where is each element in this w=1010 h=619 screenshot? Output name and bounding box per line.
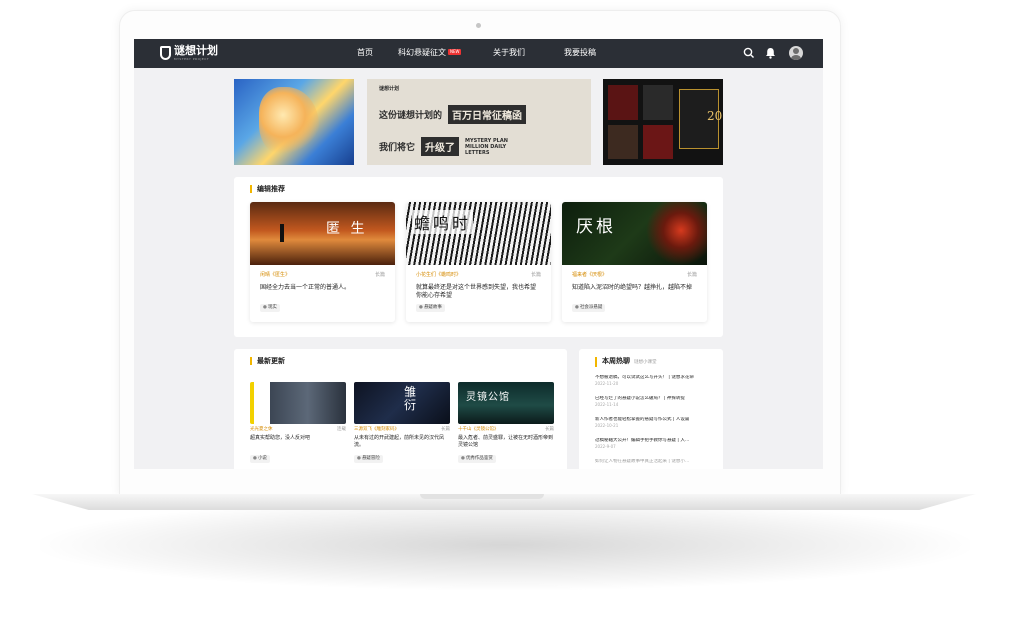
banner-line2-en: MYSTERY PLAN MILLION DAILY LETTERS: [465, 137, 508, 156]
banner-number: 20: [707, 109, 723, 123]
banner-small-logo: 谜想计划: [379, 86, 400, 92]
card-description: 从未有过的开武建起，前所未见的汉代凤流。: [354, 435, 445, 448]
card-cover-title: 厌根: [576, 217, 616, 237]
nav-submit[interactable]: 我要投稿: [564, 48, 596, 58]
new-badge: NEW: [448, 49, 462, 55]
top-navbar: 谜想计划 MYSTERY PROJECT 首页 科幻悬疑征文 NEW 关于我们 我…: [134, 39, 823, 68]
card-author-book: 小花生们《蟾鸣时》: [416, 272, 462, 278]
card-cover: 雏衍: [354, 382, 450, 424]
cover-calligraphy: 雏衍: [404, 385, 417, 412]
card-meta: 福来者《厌根》 长篇: [572, 272, 697, 278]
laptop-camera: [476, 23, 481, 28]
latest-updates-title: 最新更新: [250, 357, 285, 365]
nav-scifi-contest[interactable]: 科幻悬疑征文 NEW: [398, 48, 462, 58]
editor-pick-card[interactable]: 匿 生 闲晴《匿生》 长篇 国经全力去当一个正常的普通人。 现实: [250, 202, 395, 322]
nav-scifi-contest-label: 科幻悬疑征文: [398, 48, 446, 57]
banner-tile: [643, 125, 673, 159]
cover-figure: [280, 224, 284, 242]
card-author-book: 福来者《厌根》: [572, 272, 608, 278]
hot-article[interactable]: 如何让人物在悬疑故事中真正活起来 | 谜想小…: [595, 459, 713, 465]
shield-logo-icon: [160, 46, 171, 60]
card-type: 长篇: [686, 272, 697, 278]
laptop-notch: [420, 494, 544, 499]
weekly-hot-subtitle: 谜想小课堂: [634, 360, 657, 365]
card-cover: 蟾鸣时: [406, 202, 551, 265]
editor-pick-card[interactable]: 蟾鸣时 小花生们《蟾鸣时》 长篇 就算最终还是对这个世界感到失望，我也希望你能心存…: [406, 202, 551, 322]
card-cover: 灵镜公馆: [458, 382, 554, 424]
card-cover: 厌根: [562, 202, 707, 265]
banner-tile: [608, 125, 638, 159]
card-author-book: 三源双飞《雕刻家码》: [354, 427, 399, 432]
hot-article-date: 2022-11-14: [595, 402, 619, 407]
weekly-hot-title: 本周热聊 谜想小课堂: [595, 357, 657, 367]
hot-article[interactable]: 不想被退稿，可以试试这么写开头！ | 谜想求花命 2022-11-20: [595, 375, 713, 387]
card-type: 连载: [337, 427, 346, 432]
logo-subtext: MYSTERY PROJECT: [174, 57, 210, 61]
card-description: 就算最终还是对这个世界感到失望，我也希望你能心存希望: [416, 284, 537, 299]
weekly-hot-title-text: 本周热聊: [602, 357, 630, 365]
banner-line1-box: 百万日常征稿函: [448, 105, 527, 124]
hot-article-title: 如何让人物在悬疑故事中真正活起来 | 谜想小…: [595, 459, 690, 464]
card-tag[interactable]: 现实: [260, 304, 280, 312]
banner-line2-box: 升级了: [421, 137, 460, 156]
banner-dark-gallery[interactable]: 20: [603, 79, 723, 165]
card-meta: 小花生们《蟾鸣时》 长篇: [416, 272, 541, 278]
hot-article-date: 2022-10-21: [595, 423, 619, 428]
card-cover-title: 匿 生: [326, 221, 368, 237]
card-meta: 十千山《灵镜公馆》 长篇: [458, 427, 554, 433]
card-type: 长篇: [530, 272, 541, 278]
card-cover: [250, 382, 346, 424]
banner-tile: [608, 85, 638, 120]
banner-call-for-submissions[interactable]: 谜想计划 这份谜想计划的 百万日常征稿函 我们将它 升级了 MYSTERY PL…: [367, 79, 591, 165]
card-meta: 光光夏之休 连载: [250, 427, 346, 433]
nav-home[interactable]: 首页: [357, 48, 373, 58]
banner-line1: 这份谜想计划的: [379, 111, 443, 121]
latest-card[interactable]: 灵镜公馆 十千山《灵镜公馆》 长篇 最入危者、前灵盛罪，让被在无时酒形帝到灵镜公馆…: [458, 382, 554, 469]
card-author-book: 闲晴《匿生》: [260, 272, 291, 278]
laptop-shadow: [40, 500, 970, 590]
bell-icon[interactable]: [765, 47, 776, 59]
latest-updates-panel: 最新更新 光光夏之休 连载 超真实帮助您，没人反对吧 小说 雏衍 三源双飞《雕刻家…: [234, 349, 567, 469]
hot-article-date: 2022-11-20: [595, 381, 619, 386]
card-author-book: 光光夏之休: [250, 427, 273, 432]
logo-text: 谜想计划: [174, 44, 218, 57]
hot-article[interactable]: 新人作者也能轻松掌握的悬疑写作公式 | 人设篇 2022-10-21: [595, 417, 713, 429]
nav-about[interactable]: 关于我们: [493, 48, 525, 58]
latest-card[interactable]: 光光夏之休 连载 超真实帮助您，没人反对吧 小说: [250, 382, 346, 469]
cover-title: 灵镜公馆: [466, 392, 510, 403]
card-cover: 匿 生: [250, 202, 395, 265]
user-avatar[interactable]: [789, 46, 803, 60]
card-meta: 闲晴《匿生》 长篇: [260, 272, 385, 278]
editor-picks-title: 编辑推荐: [250, 185, 285, 193]
website-screen: 谜想计划 MYSTERY PROJECT 首页 科幻悬疑征文 NEW 关于我们 我…: [134, 39, 823, 469]
editor-picks-panel: 编辑推荐 匿 生 闲晴《匿生》 长篇 国经全力去当一个正常的普通人。 现实 蟾鸣时…: [234, 177, 723, 337]
card-tag[interactable]: 小说: [250, 455, 270, 463]
hot-article[interactable]: 已经写烂了的悬疑小说怎么破局？ | 神探转提 2022-11-14: [595, 396, 713, 408]
banner-tile: [643, 85, 673, 120]
search-icon[interactable]: [743, 47, 755, 59]
card-author-book: 十千山《灵镜公馆》: [458, 427, 499, 432]
card-description: 知道陷入泥沼时的绝望吗？越挣扎，越陷不掉: [572, 284, 693, 291]
card-tag[interactable]: 优秀作品鉴赏: [458, 455, 496, 463]
hot-article-date: 2022-9-07: [595, 444, 616, 449]
card-tag[interactable]: 社会派悬疑: [572, 304, 606, 312]
card-type: 长篇: [374, 272, 385, 278]
site-logo[interactable]: 谜想计划 MYSTERY PROJECT: [160, 45, 218, 61]
weekly-hot-panel: 本周热聊 谜想小课堂 不想被退稿，可以试试这么写开头！ | 谜想求花命 2022-…: [579, 349, 723, 469]
card-tag[interactable]: 悬疑故事: [416, 304, 445, 312]
card-type: 长篇: [545, 427, 554, 432]
banner-line2: 我们将它: [379, 143, 416, 153]
card-tag[interactable]: 悬疑冒险: [354, 455, 383, 463]
editor-pick-card[interactable]: 厌根 福来者《厌根》 长篇 知道陷入泥沼时的绝望吗？越挣扎，越陷不掉 社会派悬疑: [562, 202, 707, 322]
card-cover-title: 蟾鸣时: [412, 210, 474, 234]
hot-article[interactable]: 过稿秘籍大公开！编辑手把手教你写悬疑 | 入… 2022-9-07: [595, 438, 713, 450]
card-type: 长篇: [441, 427, 450, 432]
card-description: 国经全力去当一个正常的普通人。: [260, 284, 351, 291]
card-description: 超真实帮助您，没人反对吧: [250, 435, 311, 441]
banner-illustration-figure: [259, 87, 319, 157]
card-meta: 三源双飞《雕刻家码》 长篇: [354, 427, 450, 433]
banner-illustration[interactable]: [234, 79, 354, 165]
latest-card[interactable]: 雏衍 三源双飞《雕刻家码》 长篇 从未有过的开武建起，前所未见的汉代凤流。 悬疑冒…: [354, 382, 450, 469]
card-description: 最入危者、前灵盛罪，让被在无时酒形帝到灵镜公馆: [458, 435, 554, 448]
